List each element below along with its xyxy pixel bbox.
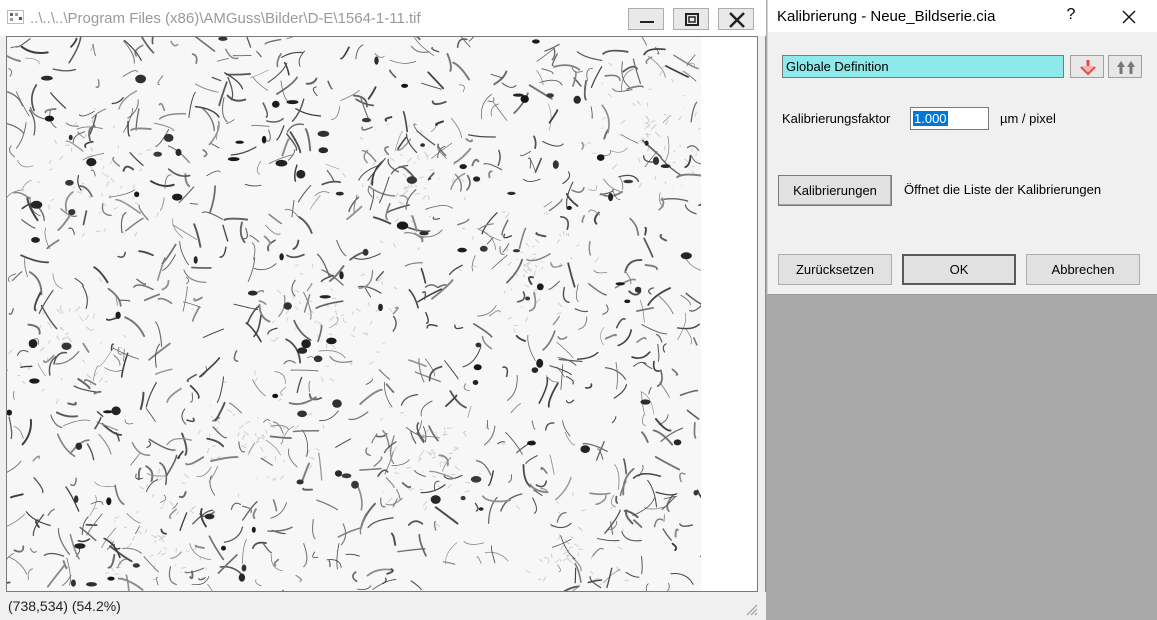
maximize-button[interactable]	[673, 8, 709, 30]
move-top-button[interactable]	[1108, 55, 1142, 78]
ok-button[interactable]: OK	[902, 254, 1016, 285]
dialog-titlebar[interactable]: Kalibrierung - Neue_Bildserie.cia ?	[768, 0, 1157, 32]
dialog-title: Kalibrierung - Neue_Bildserie.cia	[777, 8, 996, 25]
minimize-icon	[640, 21, 654, 23]
resize-grip-icon[interactable]	[744, 602, 758, 616]
minimize-button[interactable]	[628, 8, 664, 30]
cursor-status: (738,534) (54.2%)	[8, 598, 121, 614]
definition-field[interactable]: Globale Definition	[782, 55, 1064, 78]
calibrations-hint: Öffnet die Liste der Kalibrierungen	[904, 182, 1102, 197]
reset-button[interactable]: Zurücksetzen	[778, 254, 892, 285]
factor-unit: µm / pixel	[1000, 111, 1056, 126]
double-arrow-up-icon	[1117, 61, 1135, 74]
factor-value: 1.000	[913, 111, 948, 126]
app-icon	[7, 10, 24, 24]
image-canvas[interactable]	[6, 36, 758, 592]
image-window-title: ..\..\..\Program Files (x86)\AMGuss\Bild…	[30, 10, 421, 27]
cancel-button[interactable]: Abbrechen	[1026, 254, 1140, 285]
help-button[interactable]: ?	[1063, 6, 1079, 26]
status-bar: (738,534) (54.2%)	[0, 592, 766, 620]
red-arrow-down-icon	[1080, 60, 1096, 76]
close-icon	[1122, 10, 1136, 24]
calibration-dialog: Kalibrierung - Neue_Bildserie.cia ? Glob…	[767, 0, 1157, 295]
close-icon	[729, 12, 745, 28]
factor-label: Kalibrierungsfaktor	[782, 111, 891, 126]
calibrations-button[interactable]: Kalibrierungen	[778, 175, 892, 206]
image-window: ..\..\..\Program Files (x86)\AMGuss\Bild…	[0, 0, 766, 620]
dialog-close-button[interactable]	[1112, 2, 1146, 30]
move-down-button[interactable]	[1070, 55, 1104, 78]
close-window-button[interactable]	[718, 8, 754, 30]
maximize-icon	[685, 13, 699, 26]
factor-input[interactable]: 1.000	[910, 107, 989, 130]
microstructure-image	[7, 37, 701, 591]
image-window-titlebar[interactable]: ..\..\..\Program Files (x86)\AMGuss\Bild…	[0, 0, 766, 36]
